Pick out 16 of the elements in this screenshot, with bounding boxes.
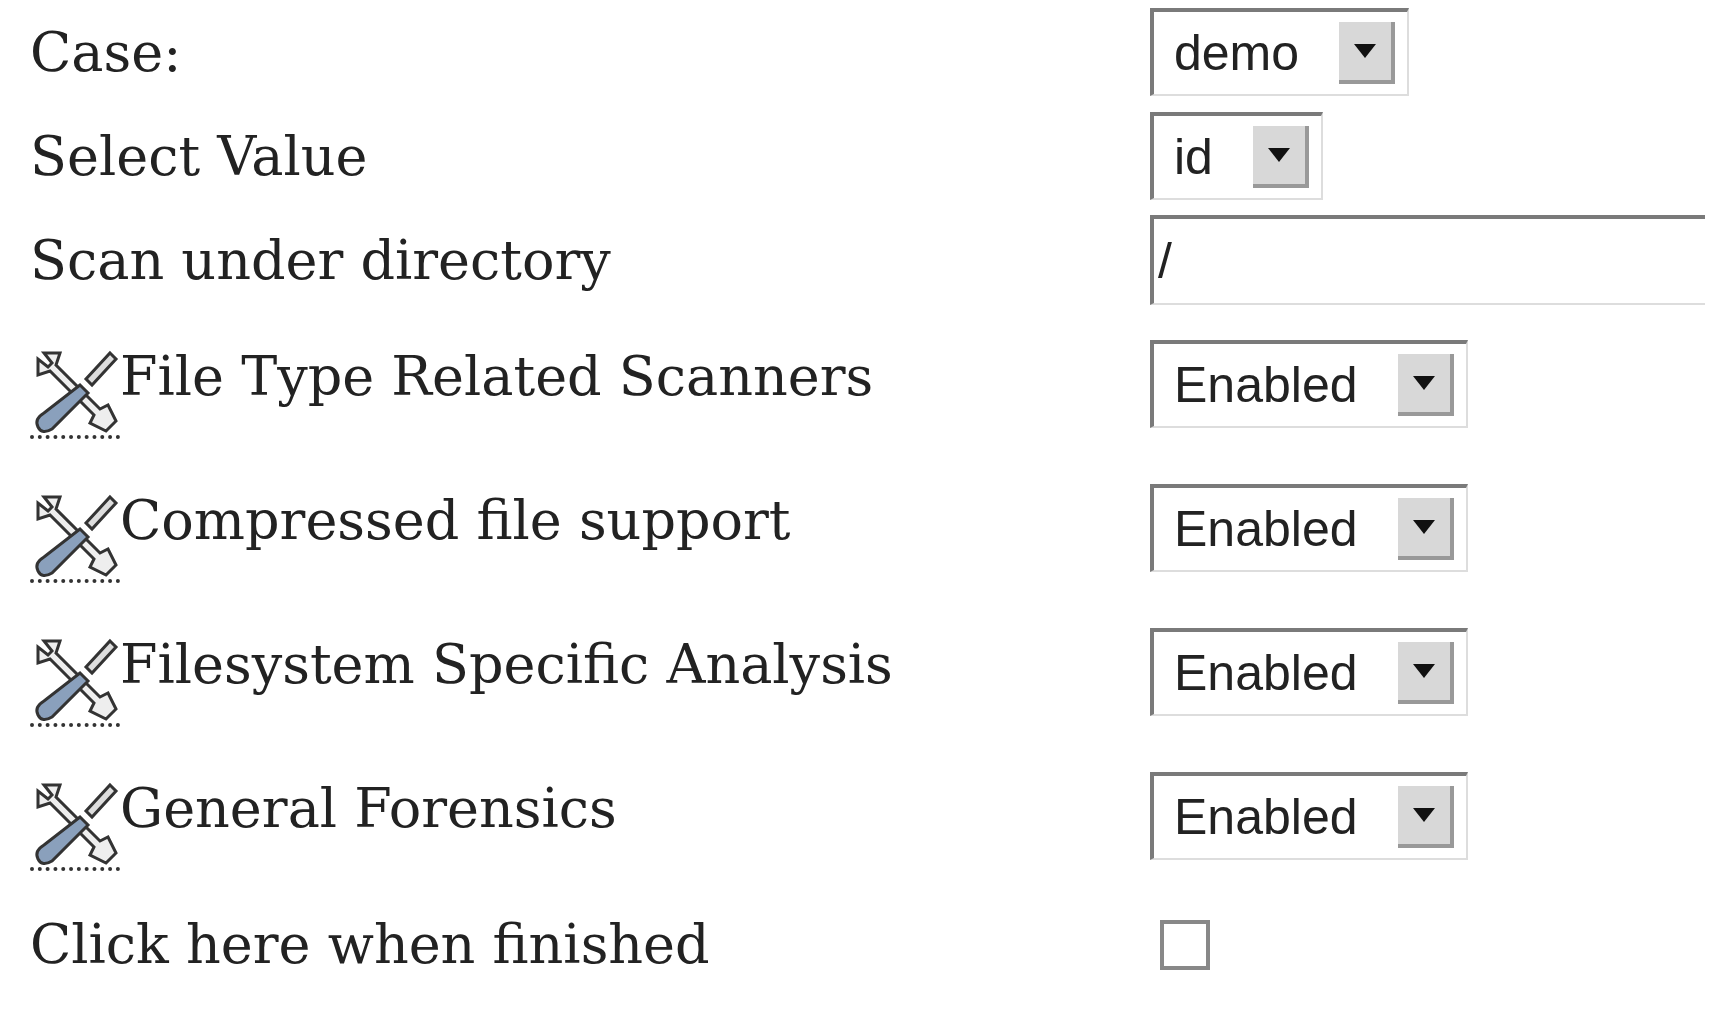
dropdown[interactable]: Enabled xyxy=(1150,772,1468,860)
field-label: Filesystem Specific Analysis xyxy=(120,631,893,698)
field-label: File Type Related Scanners xyxy=(120,343,874,410)
dropdown[interactable]: id xyxy=(1150,112,1323,200)
field-label: Scan under directory xyxy=(30,228,611,292)
field-label: Compressed file support xyxy=(120,487,791,554)
dropdown[interactable]: demo xyxy=(1150,8,1410,96)
dropdown[interactable]: Enabled xyxy=(1150,628,1468,716)
dropdown[interactable]: Enabled xyxy=(1150,340,1468,428)
field-label: Case: xyxy=(30,20,182,84)
field-label: Click here when finished xyxy=(30,913,710,976)
dropdown[interactable]: Enabled xyxy=(1150,484,1468,572)
input-field[interactable]: / xyxy=(1150,215,1705,305)
field-label: Select Value xyxy=(30,124,368,188)
field-label: General Forensics xyxy=(120,775,617,842)
checkbox[interactable] xyxy=(1160,920,1210,970)
